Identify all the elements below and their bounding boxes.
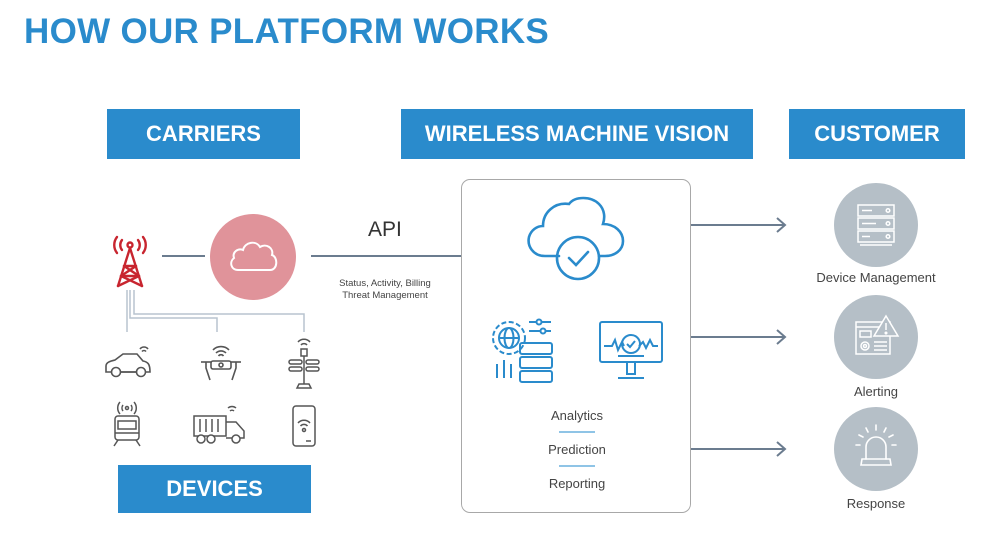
feature-prediction: Prediction	[548, 442, 606, 457]
api-subtitle-line2: Threat Management	[342, 290, 428, 301]
connected-truck-icon	[193, 405, 245, 444]
siren-icon	[855, 424, 897, 466]
cloud-check-icon	[527, 196, 625, 281]
server-globe-icon	[492, 318, 553, 383]
feature-separator	[559, 465, 595, 467]
feature-analytics: Analytics	[550, 408, 604, 423]
feature-separator	[559, 431, 595, 433]
alert-window-icon	[855, 314, 900, 355]
smart-streetlight-icon	[288, 338, 320, 389]
cell-tower-icon	[113, 235, 147, 288]
device-tree-lines	[126, 290, 305, 332]
connected-car-icon	[105, 346, 151, 378]
api-label: API	[368, 218, 402, 241]
customer-label-device-management: Device Management	[816, 270, 936, 285]
monitor-check-icon	[599, 321, 663, 379]
smartphone-icon	[292, 405, 316, 447]
api-subtitle: Status, Activity, Billing Threat Managem…	[320, 278, 450, 302]
connected-train-icon	[113, 401, 141, 447]
cloud-icon	[230, 241, 278, 271]
customer-label-alerting: Alerting	[853, 384, 899, 399]
feature-reporting: Reporting	[548, 476, 606, 491]
drone-icon	[201, 345, 241, 381]
server-rack-icon	[857, 204, 895, 246]
api-subtitle-line1: Status, Activity, Billing	[339, 278, 431, 289]
customer-label-response: Response	[846, 496, 906, 511]
